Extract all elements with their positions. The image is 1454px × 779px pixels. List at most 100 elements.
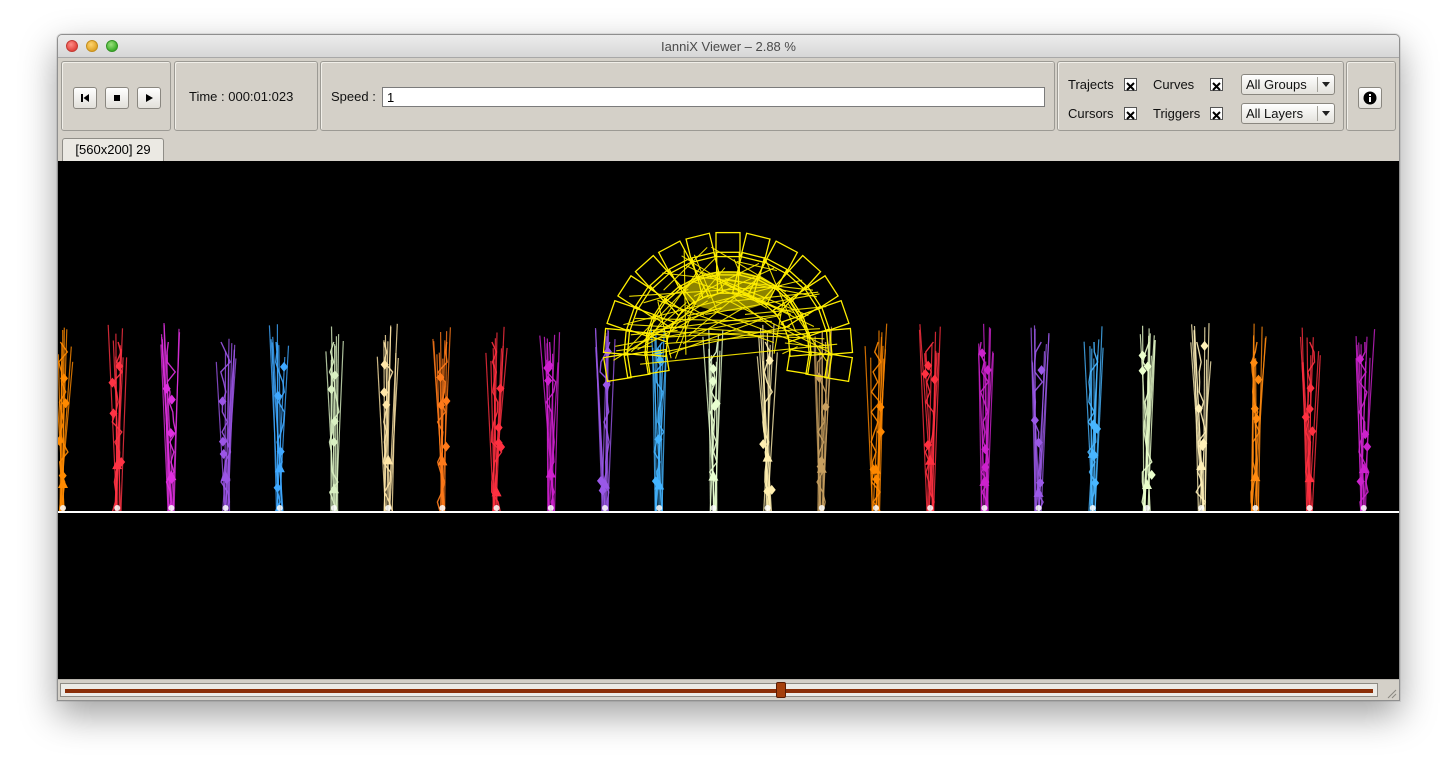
- cursor-burst: [978, 323, 994, 513]
- cursor-glow: [493, 505, 500, 511]
- timeline-scroll-area: [58, 679, 1399, 700]
- cursor-glow: [1306, 505, 1313, 511]
- info-panel: [1346, 61, 1396, 131]
- cursors-checkbox[interactable]: [1124, 107, 1137, 120]
- cursor-burst: [594, 327, 616, 513]
- trajects-label: Trajects: [1068, 77, 1114, 92]
- combo-separator: [1317, 106, 1318, 121]
- cursor-burst: [215, 338, 237, 513]
- trajectory-line: [607, 339, 616, 513]
- cursor-burst: [1299, 327, 1321, 513]
- cursor-glow: [222, 505, 229, 511]
- cursor-burst: [1030, 325, 1050, 513]
- check-x-icon: [1212, 82, 1221, 91]
- groups-select[interactable]: All Groups: [1241, 74, 1335, 95]
- speed-label: Speed :: [331, 89, 376, 104]
- cursor-glow: [764, 505, 771, 511]
- cursor-glow: [927, 505, 934, 511]
- trajectory-line: [173, 328, 180, 513]
- timeline-slider-track: [65, 689, 1373, 693]
- info-button[interactable]: [1358, 87, 1382, 109]
- layers-select-value: All Layers: [1246, 106, 1304, 121]
- cursor-burst: [107, 324, 128, 513]
- cursor-burst: [1190, 323, 1212, 513]
- tab-score[interactable]: [560x200] 29: [62, 138, 164, 161]
- cursor-burst: [160, 322, 181, 513]
- timeline-slider[interactable]: [60, 682, 1378, 698]
- trajectory-line: [553, 332, 561, 513]
- cursor-glow: [331, 505, 337, 511]
- cursor-glow: [60, 505, 66, 511]
- rewind-button[interactable]: [73, 87, 97, 109]
- stop-icon: [114, 95, 120, 101]
- trigger-diamond: [1030, 415, 1039, 426]
- dropdown-arrow-icon: [1322, 111, 1330, 116]
- arch-square: [740, 232, 771, 264]
- speed-input[interactable]: [382, 87, 1045, 107]
- trajectory-line: [821, 330, 824, 513]
- cursor-glow: [1252, 505, 1259, 511]
- speed-panel: Speed :: [320, 61, 1055, 131]
- arch-square: [685, 232, 716, 264]
- window-title: IanniX Viewer – 2.88 %: [661, 39, 796, 54]
- cursor-glow: [276, 505, 283, 511]
- time-readout: Time : 000:01:023: [189, 89, 294, 104]
- cursor-glow: [547, 505, 554, 511]
- combo-separator: [1317, 77, 1318, 92]
- check-x-icon: [1126, 82, 1135, 91]
- filters-panel: Trajects Curves All Groups Cursors Trigg…: [1057, 61, 1344, 131]
- cursor-glow: [981, 505, 988, 511]
- trajectory-line: [1362, 329, 1376, 513]
- cursor-glow: [602, 505, 608, 511]
- trigger-diamond: [442, 441, 451, 452]
- cursor-burst: [325, 326, 344, 513]
- transport-panel: [61, 61, 171, 131]
- score-canvas[interactable]: [58, 161, 1399, 679]
- check-x-icon: [1126, 111, 1135, 120]
- cursor-glow: [1198, 505, 1205, 511]
- cursors-label: Cursors: [1068, 106, 1114, 121]
- score-visualization: [58, 231, 1399, 513]
- cursor-glow: [168, 505, 175, 511]
- trajects-checkbox[interactable]: [1124, 78, 1137, 91]
- cursor-burst: [58, 327, 74, 513]
- info-icon: [1363, 91, 1377, 105]
- resize-grip-icon[interactable]: [1385, 687, 1397, 699]
- cursor-glow: [710, 505, 717, 511]
- cursor-burst: [539, 332, 561, 513]
- trigger-diamond: [1200, 340, 1209, 351]
- play-button[interactable]: [137, 87, 161, 109]
- cursor-burst: [268, 324, 290, 513]
- cursor-triangle: [58, 478, 68, 489]
- cursor-glow: [385, 505, 392, 511]
- cursor-glow: [439, 505, 446, 511]
- tab-bar: [560x200] 29: [58, 135, 1399, 161]
- toolbar: Time : 000:01:023 Speed : Trajects Curve…: [58, 58, 1399, 135]
- trigger-diamond: [1249, 357, 1258, 368]
- groups-select-value: All Groups: [1246, 77, 1307, 92]
- cursor-glow: [1360, 505, 1367, 511]
- cursor-burst: [376, 323, 399, 513]
- cursor-burst: [1355, 329, 1376, 513]
- play-icon: [146, 94, 153, 102]
- check-x-icon: [1212, 111, 1221, 120]
- cursor-burst: [485, 326, 508, 513]
- cursor-glow: [818, 505, 825, 511]
- cursor-glow: [656, 505, 663, 511]
- triggers-checkbox[interactable]: [1210, 107, 1223, 120]
- ianix-viewer-window: IanniX Viewer – 2.88 % Time : 000:01:023…: [57, 34, 1400, 701]
- timeline-slider-handle[interactable]: [776, 682, 786, 698]
- curves-label: Curves: [1153, 77, 1195, 92]
- cursor-glow: [1035, 505, 1042, 511]
- layers-select[interactable]: All Layers: [1241, 103, 1335, 124]
- cursor-burst: [432, 327, 451, 513]
- cursor-burst: [864, 323, 888, 513]
- dropdown-arrow-icon: [1322, 82, 1330, 87]
- triggers-label: Triggers: [1153, 106, 1201, 121]
- cursor-burst: [918, 324, 941, 513]
- cursor-glow: [1144, 505, 1150, 511]
- cursor-glow: [114, 505, 121, 511]
- curves-checkbox[interactable]: [1210, 78, 1223, 91]
- stop-button[interactable]: [105, 87, 129, 109]
- rewind-to-start-icon: [81, 94, 89, 102]
